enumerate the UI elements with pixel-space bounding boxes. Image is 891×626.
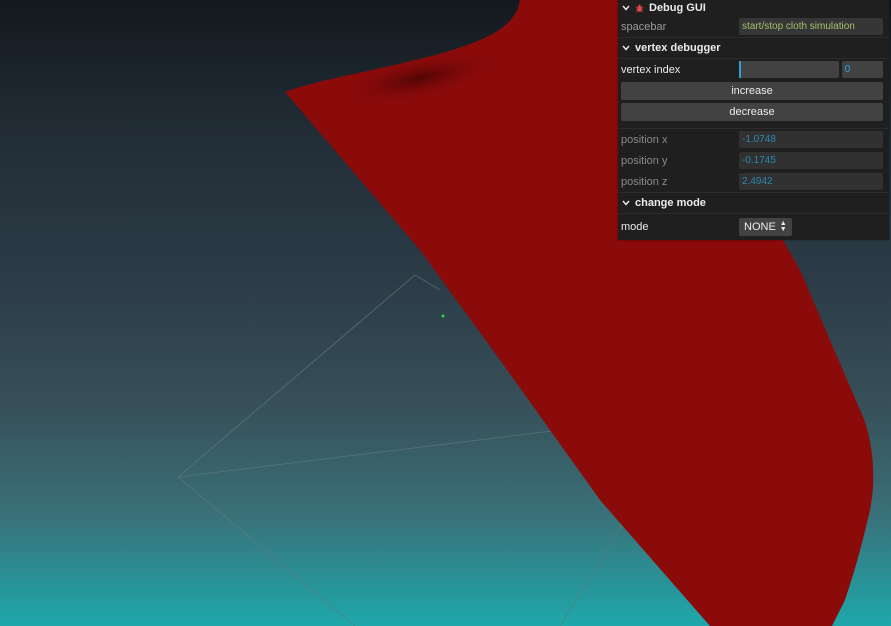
mode-row: mode NONE ▲ ▼: [618, 214, 889, 240]
position-x-field: -1.0748: [739, 131, 883, 148]
vertex-marker: [441, 314, 445, 318]
mode-label: mode: [621, 221, 649, 233]
position-z-field: 2.4942: [739, 173, 883, 190]
increase-row: increase: [618, 80, 889, 101]
position-x-row: position x -1.0748: [618, 129, 889, 150]
bug-icon: [635, 4, 644, 12]
change-mode-title: change mode: [635, 197, 706, 209]
vertex-index-slider[interactable]: [739, 61, 839, 78]
decrease-button[interactable]: decrease: [621, 102, 883, 121]
change-mode-folder[interactable]: change mode: [618, 192, 889, 214]
vertex-index-input[interactable]: 0: [841, 61, 883, 78]
position-x-label: position x: [621, 133, 668, 146]
position-z-label: position z: [621, 175, 668, 188]
chevron-down-icon: [622, 5, 630, 11]
gui-title-bar[interactable]: Debug GUI: [618, 0, 889, 16]
spacebar-row: spacebar start/stop cloth simulation: [618, 16, 889, 37]
vertex-index-label: vertex index: [621, 63, 681, 76]
debug-gui-panel: Debug GUI spacebar start/stop cloth simu…: [618, 0, 889, 240]
mode-select[interactable]: NONE ▲ ▼: [739, 218, 792, 236]
mode-select-value: NONE: [744, 221, 776, 233]
decrease-row: decrease: [618, 101, 889, 122]
slider-fill: [739, 61, 741, 78]
position-y-row: position y -0.1745: [618, 150, 889, 171]
vertex-debugger-title: vertex debugger: [635, 42, 721, 54]
chevron-down-icon: [622, 45, 630, 51]
chevron-down-icon: [622, 200, 630, 206]
gui-title: Debug GUI: [649, 2, 706, 14]
divider: [618, 122, 889, 129]
position-y-field: -0.1745: [739, 152, 883, 169]
increase-button[interactable]: increase: [621, 81, 883, 100]
spacebar-field[interactable]: start/stop cloth simulation: [739, 18, 883, 35]
spacebar-label: spacebar: [621, 20, 667, 33]
vertex-index-row: vertex index 0: [618, 59, 889, 80]
select-arrows-icon: ▲ ▼: [779, 220, 787, 233]
vertex-debugger-folder[interactable]: vertex debugger: [618, 37, 889, 59]
position-z-row: position z 2.4942: [618, 171, 889, 192]
position-y-label: position y: [621, 154, 668, 167]
